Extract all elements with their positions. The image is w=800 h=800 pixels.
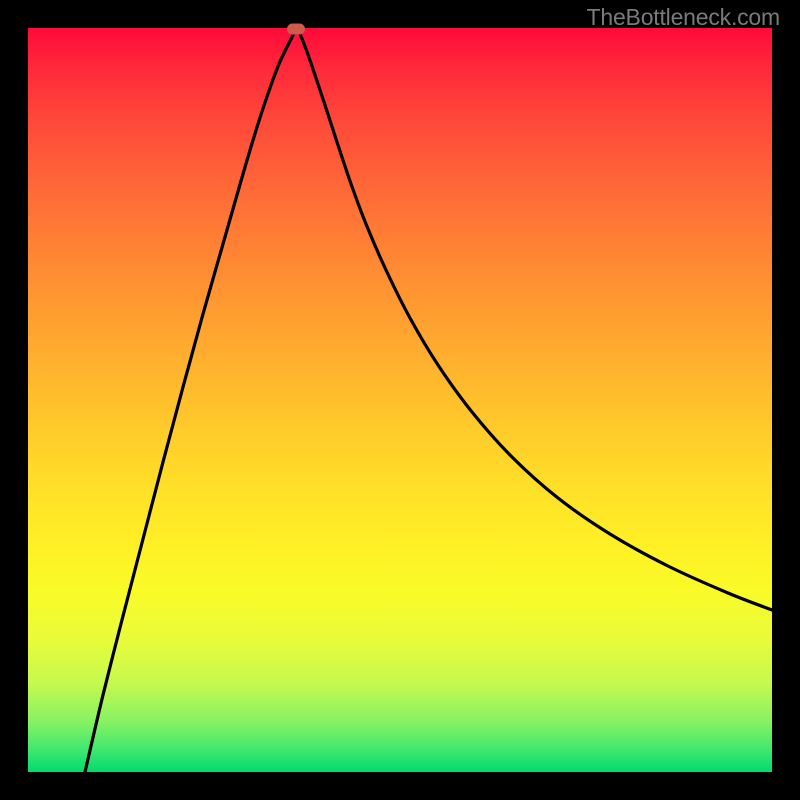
- chart-frame: TheBottleneck.com: [0, 0, 800, 800]
- watermark-text: TheBottleneck.com: [587, 4, 780, 31]
- bottleneck-curve: [28, 28, 772, 772]
- minimum-marker: [287, 24, 305, 35]
- curve-left-branch: [85, 28, 297, 772]
- curve-right-branch: [297, 28, 772, 610]
- plot-area: [28, 28, 772, 772]
